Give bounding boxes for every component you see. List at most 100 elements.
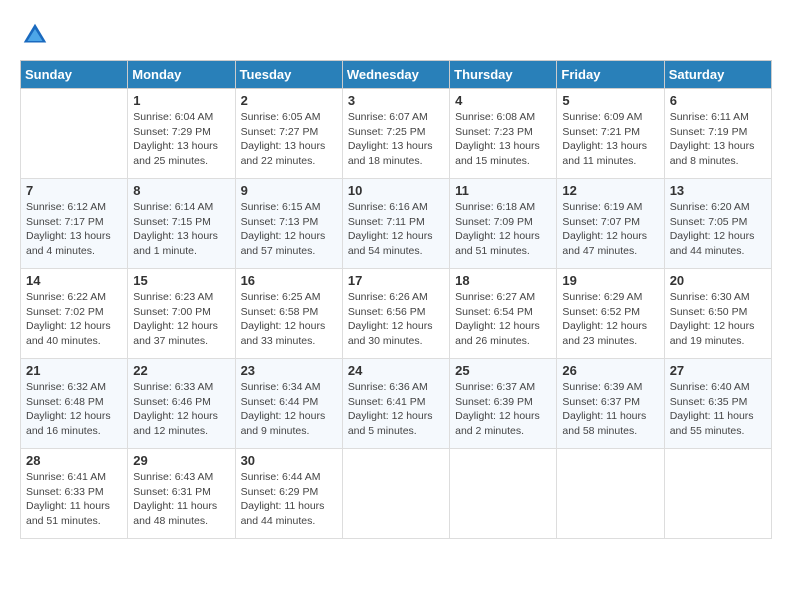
day-info: Sunrise: 6:37 AMSunset: 6:39 PMDaylight:… xyxy=(455,380,551,439)
day-number: 1 xyxy=(133,93,229,108)
calendar-cell: 30Sunrise: 6:44 AMSunset: 6:29 PMDayligh… xyxy=(235,449,342,539)
day-number: 21 xyxy=(26,363,122,378)
weekday-header-saturday: Saturday xyxy=(664,61,771,89)
day-number: 20 xyxy=(670,273,766,288)
day-info: Sunrise: 6:29 AMSunset: 6:52 PMDaylight:… xyxy=(562,290,658,349)
calendar-cell: 3 Sunrise: 6:07 AMSunset: 7:25 PMDaylight… xyxy=(342,89,449,179)
day-info: Sunrise: 6:25 AMSunset: 6:58 PMDaylight:… xyxy=(241,290,337,349)
calendar-cell: 23 Sunrise: 6:34 AMSunset: 6:44 PMDayligh… xyxy=(235,359,342,449)
day-number: 24 xyxy=(348,363,444,378)
weekday-header-thursday: Thursday xyxy=(450,61,557,89)
day-info: Sunrise: 6:26 AMSunset: 6:56 PMDaylight:… xyxy=(348,290,444,349)
calendar-cell: 16 Sunrise: 6:25 AMSunset: 6:58 PMDayligh… xyxy=(235,269,342,359)
day-info: Sunrise: 6:41 AMSunset: 6:33 PMDaylight:… xyxy=(26,470,122,529)
day-number: 9 xyxy=(241,183,337,198)
day-info: Sunrise: 6:23 AMSunset: 7:00 PMDaylight:… xyxy=(133,290,229,349)
day-number: 8 xyxy=(133,183,229,198)
day-number: 2 xyxy=(241,93,337,108)
day-number: 22 xyxy=(133,363,229,378)
calendar-cell: 8 Sunrise: 6:14 AMSunset: 7:15 PMDaylight… xyxy=(128,179,235,269)
day-number: 3 xyxy=(348,93,444,108)
logo xyxy=(20,20,54,50)
day-info: Sunrise: 6:18 AMSunset: 7:09 PMDaylight:… xyxy=(455,200,551,259)
day-number: 11 xyxy=(455,183,551,198)
calendar-cell xyxy=(664,449,771,539)
calendar-cell: 6 Sunrise: 6:11 AMSunset: 7:19 PMDaylight… xyxy=(664,89,771,179)
calendar-cell: 25Sunrise: 6:37 AMSunset: 6:39 PMDayligh… xyxy=(450,359,557,449)
day-info: Sunrise: 6:36 AMSunset: 6:41 PMDaylight:… xyxy=(348,380,444,439)
day-number: 5 xyxy=(562,93,658,108)
weekday-header-monday: Monday xyxy=(128,61,235,89)
calendar-cell: 2 Sunrise: 6:05 AMSunset: 7:27 PMDaylight… xyxy=(235,89,342,179)
day-number: 19 xyxy=(562,273,658,288)
day-number: 16 xyxy=(241,273,337,288)
calendar-table: SundayMondayTuesdayWednesdayThursdayFrid… xyxy=(20,60,772,539)
calendar-cell xyxy=(557,449,664,539)
calendar-week-3: 14 Sunrise: 6:22 AMSunset: 7:02 PMDayligh… xyxy=(21,269,772,359)
calendar-cell: 7 Sunrise: 6:12 AMSunset: 7:17 PMDaylight… xyxy=(21,179,128,269)
day-number: 7 xyxy=(26,183,122,198)
calendar-header: SundayMondayTuesdayWednesdayThursdayFrid… xyxy=(21,61,772,89)
calendar-cell: 13 Sunrise: 6:20 AMSunset: 7:05 PMDayligh… xyxy=(664,179,771,269)
day-number: 13 xyxy=(670,183,766,198)
calendar-cell: 9 Sunrise: 6:15 AMSunset: 7:13 PMDaylight… xyxy=(235,179,342,269)
calendar-cell: 24 Sunrise: 6:36 AMSunset: 6:41 PMDayligh… xyxy=(342,359,449,449)
day-number: 29 xyxy=(133,453,229,468)
day-info: Sunrise: 6:19 AMSunset: 7:07 PMDaylight:… xyxy=(562,200,658,259)
day-number: 23 xyxy=(241,363,337,378)
day-info: Sunrise: 6:22 AMSunset: 7:02 PMDaylight:… xyxy=(26,290,122,349)
calendar-cell: 18 Sunrise: 6:27 AMSunset: 6:54 PMDayligh… xyxy=(450,269,557,359)
day-info: Sunrise: 6:32 AMSunset: 6:48 PMDaylight:… xyxy=(26,380,122,439)
day-info: Sunrise: 6:39 AMSunset: 6:37 PMDaylight:… xyxy=(562,380,658,439)
day-number: 30 xyxy=(241,453,337,468)
calendar-cell xyxy=(21,89,128,179)
calendar-cell xyxy=(342,449,449,539)
day-number: 6 xyxy=(670,93,766,108)
calendar-cell: 27Sunrise: 6:40 AMSunset: 6:35 PMDayligh… xyxy=(664,359,771,449)
calendar-cell: 11 Sunrise: 6:18 AMSunset: 7:09 PMDayligh… xyxy=(450,179,557,269)
calendar-cell: 5 Sunrise: 6:09 AMSunset: 7:21 PMDaylight… xyxy=(557,89,664,179)
calendar-cell: 19 Sunrise: 6:29 AMSunset: 6:52 PMDayligh… xyxy=(557,269,664,359)
calendar-body: 1 Sunrise: 6:04 AMSunset: 7:29 PMDaylight… xyxy=(21,89,772,539)
day-number: 14 xyxy=(26,273,122,288)
calendar-cell: 22 Sunrise: 6:33 AMSunset: 6:46 PMDayligh… xyxy=(128,359,235,449)
calendar-cell: 1 Sunrise: 6:04 AMSunset: 7:29 PMDaylight… xyxy=(128,89,235,179)
weekday-header-sunday: Sunday xyxy=(21,61,128,89)
day-info: Sunrise: 6:14 AMSunset: 7:15 PMDaylight:… xyxy=(133,200,229,259)
calendar-cell xyxy=(450,449,557,539)
day-info: Sunrise: 6:09 AMSunset: 7:21 PMDaylight:… xyxy=(562,110,658,169)
day-number: 4 xyxy=(455,93,551,108)
day-info: Sunrise: 6:33 AMSunset: 6:46 PMDaylight:… xyxy=(133,380,229,439)
calendar-cell: 21 Sunrise: 6:32 AMSunset: 6:48 PMDayligh… xyxy=(21,359,128,449)
day-info: Sunrise: 6:20 AMSunset: 7:05 PMDaylight:… xyxy=(670,200,766,259)
calendar-cell: 14 Sunrise: 6:22 AMSunset: 7:02 PMDayligh… xyxy=(21,269,128,359)
day-number: 26 xyxy=(562,363,658,378)
calendar-cell: 20Sunrise: 6:30 AMSunset: 6:50 PMDayligh… xyxy=(664,269,771,359)
day-number: 15 xyxy=(133,273,229,288)
day-info: Sunrise: 6:15 AMSunset: 7:13 PMDaylight:… xyxy=(241,200,337,259)
day-number: 10 xyxy=(348,183,444,198)
logo-icon xyxy=(20,20,50,50)
calendar-cell: 29Sunrise: 6:43 AMSunset: 6:31 PMDayligh… xyxy=(128,449,235,539)
page-header xyxy=(20,20,772,50)
day-info: Sunrise: 6:05 AMSunset: 7:27 PMDaylight:… xyxy=(241,110,337,169)
day-info: Sunrise: 6:12 AMSunset: 7:17 PMDaylight:… xyxy=(26,200,122,259)
calendar-week-2: 7 Sunrise: 6:12 AMSunset: 7:17 PMDaylight… xyxy=(21,179,772,269)
weekday-header-friday: Friday xyxy=(557,61,664,89)
day-info: Sunrise: 6:16 AMSunset: 7:11 PMDaylight:… xyxy=(348,200,444,259)
calendar-cell: 15 Sunrise: 6:23 AMSunset: 7:00 PMDayligh… xyxy=(128,269,235,359)
day-number: 27 xyxy=(670,363,766,378)
calendar-cell: 12Sunrise: 6:19 AMSunset: 7:07 PMDayligh… xyxy=(557,179,664,269)
day-info: Sunrise: 6:34 AMSunset: 6:44 PMDaylight:… xyxy=(241,380,337,439)
calendar-week-5: 28Sunrise: 6:41 AMSunset: 6:33 PMDayligh… xyxy=(21,449,772,539)
day-number: 17 xyxy=(348,273,444,288)
day-info: Sunrise: 6:27 AMSunset: 6:54 PMDaylight:… xyxy=(455,290,551,349)
calendar-cell: 10 Sunrise: 6:16 AMSunset: 7:11 PMDayligh… xyxy=(342,179,449,269)
day-info: Sunrise: 6:11 AMSunset: 7:19 PMDaylight:… xyxy=(670,110,766,169)
day-number: 18 xyxy=(455,273,551,288)
day-info: Sunrise: 6:07 AMSunset: 7:25 PMDaylight:… xyxy=(348,110,444,169)
day-info: Sunrise: 6:04 AMSunset: 7:29 PMDaylight:… xyxy=(133,110,229,169)
weekday-header-wednesday: Wednesday xyxy=(342,61,449,89)
calendar-cell: 28Sunrise: 6:41 AMSunset: 6:33 PMDayligh… xyxy=(21,449,128,539)
calendar-cell: 4Sunrise: 6:08 AMSunset: 7:23 PMDaylight… xyxy=(450,89,557,179)
